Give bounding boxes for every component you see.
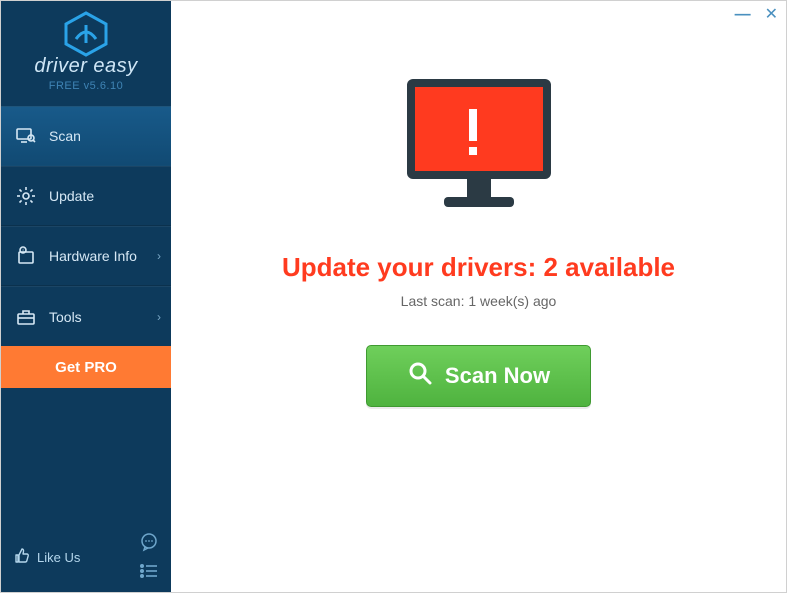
- update-headline: Update your drivers: 2 available: [282, 252, 675, 283]
- sidebar-quick-icons: [139, 532, 159, 582]
- app-name: driver easy: [34, 55, 137, 78]
- sidebar-item-label: Update: [49, 188, 94, 204]
- sidebar-nav: Scan Update i Hardware Info › Tools: [1, 106, 171, 346]
- close-button[interactable]: ✕: [765, 7, 778, 23]
- app-window: driver easy FREE v5.6.10 Scan Update i: [0, 0, 787, 593]
- thumbs-up-icon: [13, 547, 31, 568]
- sidebar-item-label: Hardware Info: [49, 248, 137, 264]
- get-pro-button[interactable]: Get PRO: [1, 346, 171, 388]
- sidebar-item-label: Scan: [49, 128, 81, 144]
- sidebar: driver easy FREE v5.6.10 Scan Update i: [1, 1, 171, 592]
- scan-now-button[interactable]: Scan Now: [366, 345, 591, 407]
- get-pro-label: Get PRO: [55, 359, 117, 376]
- like-us-button[interactable]: Like Us: [13, 547, 80, 568]
- info-device-icon: i: [15, 246, 37, 266]
- toolbox-icon: [15, 308, 37, 326]
- like-us-label: Like Us: [37, 550, 80, 565]
- feedback-chat-icon[interactable]: [139, 532, 159, 555]
- window-controls: — ✕: [735, 7, 778, 23]
- sidebar-item-update[interactable]: Update: [1, 166, 171, 226]
- scan-now-label: Scan Now: [445, 363, 550, 389]
- main-panel: — ✕ Update your drivers: 2 available Las…: [171, 1, 786, 592]
- sidebar-item-scan[interactable]: Scan: [1, 106, 171, 166]
- scan-content: Update your drivers: 2 available Last sc…: [171, 1, 786, 592]
- monitor-search-icon: [15, 127, 37, 145]
- app-logo-block: driver easy FREE v5.6.10: [1, 1, 171, 100]
- sidebar-bottom: Like Us: [1, 524, 171, 592]
- sidebar-spacer: [1, 388, 171, 524]
- hexagon-logo-icon: [62, 11, 110, 57]
- chevron-right-icon: ›: [157, 310, 161, 324]
- minimize-button[interactable]: —: [735, 7, 751, 23]
- chevron-right-icon: ›: [157, 249, 161, 263]
- monitor-alert-illustration: [389, 71, 569, 226]
- svg-text:i: i: [22, 248, 23, 254]
- sidebar-item-hardware-info[interactable]: i Hardware Info ›: [1, 226, 171, 286]
- sidebar-item-tools[interactable]: Tools ›: [1, 286, 171, 346]
- last-scan-text: Last scan: 1 week(s) ago: [401, 293, 557, 309]
- gear-icon: [15, 186, 37, 206]
- sidebar-item-label: Tools: [49, 309, 82, 325]
- app-version: FREE v5.6.10: [49, 80, 123, 92]
- search-icon: [407, 360, 433, 392]
- menu-list-icon[interactable]: [139, 563, 159, 582]
